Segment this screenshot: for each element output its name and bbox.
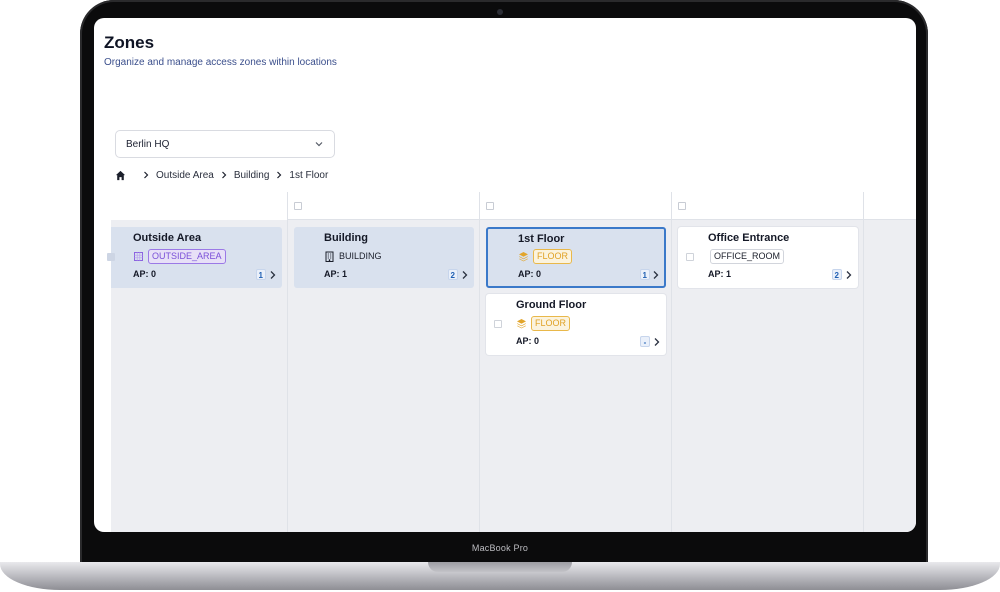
layers-icon	[517, 319, 526, 329]
column-header	[111, 192, 287, 220]
column-header	[480, 192, 671, 220]
row-checkbox[interactable]	[686, 253, 694, 261]
zone-square-icon	[134, 252, 143, 261]
layers-icon	[519, 252, 528, 262]
row-checkbox[interactable]	[107, 253, 115, 261]
row-checkbox[interactable]	[498, 253, 506, 261]
breadcrumb: Outside Area Building 1st Floor	[115, 168, 328, 182]
zone-name: Outside Area	[133, 232, 202, 244]
chevron-right-icon	[221, 171, 227, 179]
children-count-badge: 2	[831, 269, 842, 280]
column-body	[864, 220, 916, 532]
select-all-checkbox[interactable]	[294, 202, 302, 210]
column-header	[672, 192, 863, 220]
chevron-right-icon	[144, 171, 149, 179]
column-body: Outside Area OUTSIDE_AREA AP: 0 1	[107, 220, 287, 532]
children-count-badge: 1	[255, 269, 266, 280]
access-point-count: AP: 1	[324, 269, 348, 279]
chevron-right-icon[interactable]	[461, 270, 469, 280]
column-body: Office Entrance OFFICE_ROOM AP: 1 2	[672, 220, 863, 532]
access-point-count: AP: 0	[518, 269, 542, 279]
column-header	[288, 192, 479, 220]
select-all-checkbox[interactable]	[486, 202, 494, 210]
zone-type: BUILDING	[324, 249, 385, 264]
zone-name: Building	[324, 232, 368, 244]
zone-card-1st-floor[interactable]: 1st Floor FLOOR AP: 0 1	[486, 227, 666, 288]
children-count-badge: -	[640, 336, 650, 347]
page-title: Zones	[104, 33, 155, 52]
zone-name: Office Entrance	[708, 232, 790, 244]
zone-type: OUTSIDE_AREA	[133, 249, 226, 264]
zone-column-4: Office Entrance OFFICE_ROOM AP: 1 2	[672, 192, 864, 532]
app-screen: Zones Organize and manage access zones w…	[94, 18, 916, 532]
chevron-down-icon	[315, 142, 323, 147]
children-count-badge: 1	[639, 269, 650, 280]
chevron-right-icon[interactable]	[653, 337, 661, 347]
zone-column-2: Building BUILDING AP: 1 2	[288, 192, 480, 532]
children-count-badge: 2	[447, 269, 458, 280]
building-icon	[325, 251, 334, 262]
home-icon[interactable]	[115, 170, 126, 181]
zone-type-badge: BUILDING	[339, 251, 382, 261]
breadcrumb-item-1st-floor: 1st Floor	[289, 169, 329, 181]
page-subtitle: Organize and manage access zones within …	[104, 57, 337, 68]
zone-type-badge: FLOOR	[531, 316, 571, 331]
laptop-notch	[428, 562, 572, 572]
zone-card-building[interactable]: Building BUILDING AP: 1 2	[294, 227, 474, 288]
select-all-checkbox[interactable]	[678, 202, 686, 210]
camera-dot	[497, 9, 503, 15]
zone-card-outside-area[interactable]: Outside Area OUTSIDE_AREA AP: 0 1	[107, 227, 282, 288]
zone-type-badge: FLOOR	[533, 249, 573, 264]
access-point-count: AP: 0	[133, 269, 157, 279]
zone-type: OFFICE_ROOM	[710, 249, 785, 264]
column-body: Building BUILDING AP: 1 2	[288, 220, 479, 532]
breadcrumb-item-outside-area[interactable]: Outside Area	[156, 170, 214, 181]
chevron-right-icon[interactable]	[845, 270, 853, 280]
location-select[interactable]: Berlin HQ	[115, 130, 335, 158]
zone-column-3: 1st Floor FLOOR AP: 0 1 Ground Floor FLO…	[480, 192, 672, 532]
location-select-value: Berlin HQ	[126, 138, 170, 150]
zone-name: Ground Floor	[516, 299, 587, 311]
chevron-right-icon[interactable]	[269, 270, 277, 280]
column-body: 1st Floor FLOOR AP: 0 1 Ground Floor FLO…	[480, 220, 671, 532]
access-point-count: AP: 1	[708, 269, 732, 279]
column-header	[864, 192, 916, 220]
zone-name: 1st Floor	[518, 233, 565, 245]
row-checkbox[interactable]	[494, 320, 502, 328]
access-point-count: AP: 0	[516, 336, 540, 346]
breadcrumb-item-building[interactable]: Building	[234, 170, 270, 181]
zone-column-empty	[864, 192, 916, 532]
zone-card-office-entrance[interactable]: Office Entrance OFFICE_ROOM AP: 1 2	[678, 227, 858, 288]
zone-type: FLOOR	[518, 249, 573, 264]
zone-type: FLOOR	[516, 316, 571, 331]
chevron-right-icon	[277, 171, 282, 179]
laptop-frame: Zones Organize and manage access zones w…	[0, 0, 1000, 592]
zone-column-1: Outside Area OUTSIDE_AREA AP: 0 1	[107, 192, 288, 532]
chevron-right-icon[interactable]	[652, 270, 660, 280]
zone-columns: Outside Area OUTSIDE_AREA AP: 0 1 Buildi…	[107, 192, 916, 532]
zone-card-ground-floor[interactable]: Ground Floor FLOOR AP: 0 -	[486, 294, 666, 355]
zone-type-badge: OFFICE_ROOM	[710, 249, 785, 264]
device-label: MacBook Pro	[471, 543, 529, 553]
zone-type-badge: OUTSIDE_AREA	[148, 249, 226, 264]
